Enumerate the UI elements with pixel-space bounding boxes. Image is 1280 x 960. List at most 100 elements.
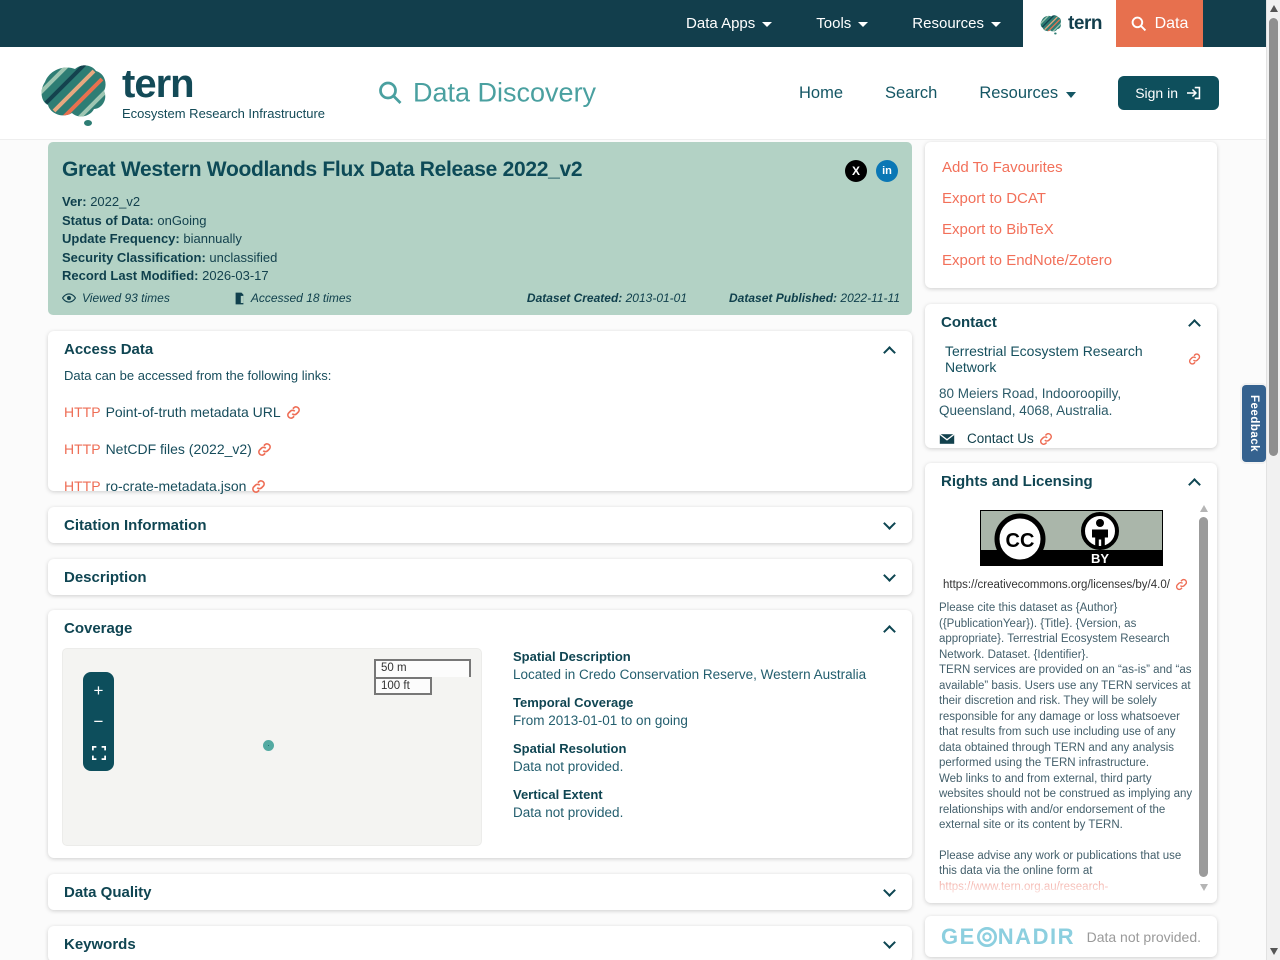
description-header[interactable]: Description: [48, 559, 912, 595]
export-bibtex-link[interactable]: Export to BibTeX: [925, 214, 1217, 245]
citation-information-card: Citation Information: [48, 507, 912, 543]
envelope-icon: [939, 433, 955, 445]
topnav-tools-label: Tools: [816, 15, 851, 32]
x-icon: X: [852, 164, 860, 178]
license-text[interactable]: Please cite this dataset as {Author} ({P…: [939, 601, 1193, 901]
nav-home[interactable]: Home: [799, 84, 843, 103]
dataset-last-modified: Record Last Modified: 2026-03-17: [62, 267, 896, 286]
scrollbar-up-arrow[interactable]: [1270, 5, 1278, 12]
cc-by-badge[interactable]: CC BY: [980, 510, 1163, 566]
rights-title: Rights and Licensing: [941, 473, 1093, 490]
keywords-header[interactable]: Keywords: [48, 926, 912, 960]
data-quality-card: Data Quality: [48, 874, 912, 910]
nav-resources[interactable]: Resources: [979, 84, 1076, 103]
scroll-down-arrow[interactable]: [1200, 884, 1208, 891]
rights-licensing-card: Rights and Licensing CC BY https://creat…: [925, 463, 1217, 903]
chevron-up-icon: [1188, 478, 1201, 491]
scroll-thumb[interactable]: [1199, 517, 1208, 877]
coverage-header[interactable]: Coverage: [48, 610, 912, 646]
content: Great Western Woodlands Flux Data Releas…: [0, 140, 1266, 960]
rights-header[interactable]: Rights and Licensing: [925, 463, 1217, 499]
geonadir-logo[interactable]: GE NADIR: [941, 924, 1075, 950]
access-data-header[interactable]: Access Data: [48, 331, 912, 367]
dataset-version: Ver: 2022_v2: [62, 193, 896, 212]
map-zoom-out-button[interactable]: −: [85, 708, 112, 735]
app-title-label: Data Discovery: [413, 78, 596, 109]
terms-web-links: Web links to and from external, third pa…: [939, 772, 1193, 834]
coverage-card: Coverage + −: [48, 610, 912, 858]
nav-search[interactable]: Search: [885, 84, 937, 103]
search-icon: [1131, 16, 1147, 32]
scale-metric: 50 m: [374, 659, 471, 677]
share-buttons: X in: [845, 160, 898, 182]
map-marker[interactable]: [263, 740, 274, 751]
tern-tagline: Ecosystem Research Infrastructure: [122, 106, 325, 121]
accessed-count: Accessed 18 times: [234, 291, 352, 305]
license-url-link[interactable]: https://creativecommons.org/licenses/by/…: [925, 566, 1217, 591]
map-fullscreen-button[interactable]: [85, 739, 112, 766]
access-data-card: Access Data Data can be accessed from th…: [48, 331, 912, 491]
map-controls: + −: [83, 672, 114, 771]
tern-mini-logo-button[interactable]: tern: [1023, 0, 1116, 47]
caret-down-icon: [762, 22, 772, 27]
data-search-button[interactable]: Data: [1116, 0, 1203, 47]
contact-org-link[interactable]: Terrestrial Ecosystem Research Network: [925, 340, 1217, 375]
coverage-map[interactable]: + − 50: [62, 648, 482, 846]
citation-information-header[interactable]: Citation Information: [48, 507, 912, 543]
topnav-data-apps[interactable]: Data Apps: [664, 0, 794, 47]
tern-wordmark: tern: [1068, 13, 1102, 35]
scroll-up-arrow[interactable]: [1200, 505, 1208, 512]
link-icon: [1175, 578, 1188, 591]
share-x-button[interactable]: X: [845, 160, 867, 182]
link-icon: [1039, 432, 1053, 446]
download-log-icon: [234, 292, 245, 305]
map-zoom-in-button[interactable]: +: [85, 677, 112, 704]
tern-logo[interactable]: tern Ecosystem Research Infrastructure: [30, 57, 325, 129]
topnav-tools[interactable]: Tools: [794, 0, 890, 47]
geonadir-card: GE NADIR Data not provided.: [925, 916, 1217, 957]
sign-in-button[interactable]: Sign in: [1118, 76, 1219, 110]
page-scrollbar: [1266, 0, 1280, 960]
cc-icon: CC: [1005, 530, 1034, 552]
link-icon: [1188, 352, 1201, 366]
research-form-link[interactable]: https://www.tern.org.au/research-: [939, 881, 1108, 893]
contact-us-link[interactable]: Contact Us: [925, 419, 1217, 446]
contact-header[interactable]: Contact: [925, 304, 1217, 340]
access-link-ro-crate[interactable]: HTTP ro-crate-metadata.json: [48, 478, 912, 494]
terms-as-is: TERN services are provided on an “as-is”…: [939, 663, 1193, 772]
description-title: Description: [64, 569, 147, 586]
chevron-down-icon: [883, 569, 896, 582]
add-to-favourites-link[interactable]: Add To Favourites: [925, 152, 1217, 183]
description-card: Description: [48, 559, 912, 595]
topnav-resources[interactable]: Resources: [890, 0, 1023, 47]
feedback-button[interactable]: Feedback: [1242, 385, 1266, 462]
access-link-netcdf[interactable]: HTTP NetCDF files (2022_v2): [48, 441, 912, 457]
sign-in-icon: [1186, 86, 1202, 100]
dataset-security-classification: Security Classification: unclassified: [62, 249, 896, 268]
actions-card: Add To Favourites Export to DCAT Export …: [925, 142, 1217, 288]
data-quality-title: Data Quality: [64, 884, 152, 901]
page: Data Apps Tools Resources: [0, 0, 1266, 960]
data-quality-header[interactable]: Data Quality: [48, 874, 912, 910]
scrollbar-down-arrow[interactable]: [1270, 948, 1278, 955]
spatial-description: Spatial Description Located in Credo Con…: [513, 649, 866, 682]
header-nav: Home Search Resources Sign in: [799, 76, 1219, 110]
chevron-down-icon: [883, 884, 896, 897]
export-endnote-zotero-link[interactable]: Export to EndNote/Zotero: [925, 245, 1217, 276]
dataset-published: Dataset Published: 2022-11-11: [729, 291, 900, 305]
caret-down-icon: [1066, 92, 1076, 98]
person-icon: [1096, 519, 1104, 527]
access-link-metadata-url[interactable]: HTTP Point-of-truth metadata URL: [48, 404, 912, 420]
share-linkedin-button[interactable]: in: [876, 160, 898, 182]
license-scrollbar: [1199, 505, 1210, 891]
contact-card: Contact Terrestrial Ecosystem Research N…: [925, 304, 1217, 448]
citation-instructions: Please cite this dataset as {Author} ({P…: [939, 601, 1193, 663]
dataset-status: Status of Data: onGoing: [62, 212, 896, 231]
coverage-body: + − 50: [48, 646, 912, 846]
contact-title: Contact: [941, 314, 997, 331]
scrollbar-thumb[interactable]: [1269, 18, 1278, 456]
data-button-label: Data: [1155, 15, 1189, 33]
dataset-stats: Viewed 93 times Accessed 18 times Datase…: [62, 291, 900, 305]
export-dcat-link[interactable]: Export to DCAT: [925, 183, 1217, 214]
coverage-details: Spatial Description Located in Credo Con…: [482, 648, 866, 846]
